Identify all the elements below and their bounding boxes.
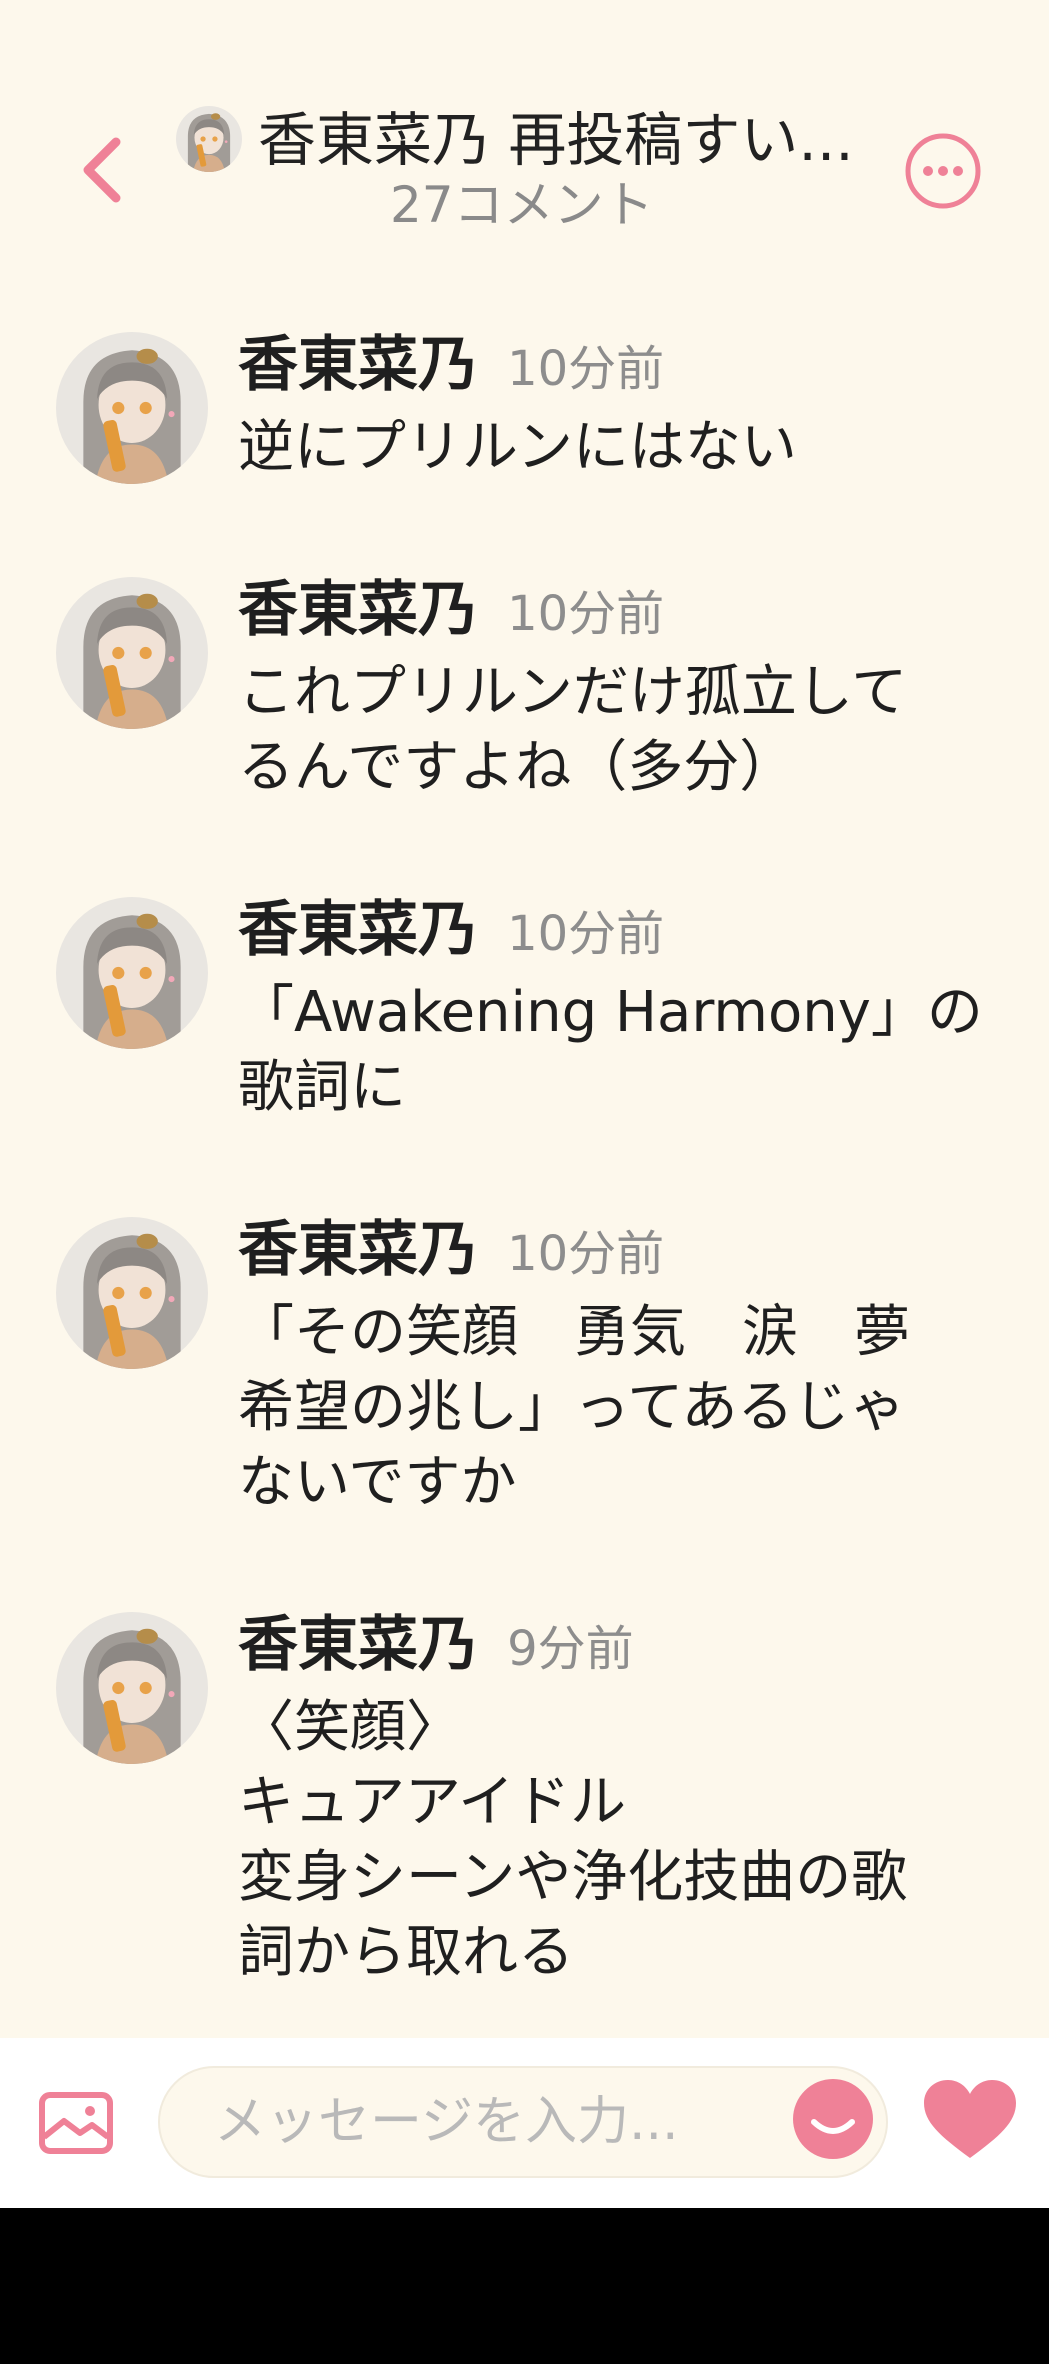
comment-list: 香東菜乃 10分前 逆にプリルンにはない 香東菜乃 10分前 これプリルンだけ孤…	[0, 320, 1049, 1990]
comment-count: 27コメント	[390, 176, 654, 234]
page-title: 香東菜乃 再投稿すい...	[258, 106, 854, 174]
commenter-avatar[interactable]	[56, 577, 208, 729]
message-input[interactable]: メッセージを入力...	[158, 2066, 888, 2178]
post-author-avatar[interactable]	[176, 106, 242, 172]
comment-text: これプリルンだけ孤立して るんですよね（多分）	[238, 660, 908, 800]
message-placeholder: メッセージを入力...	[214, 2092, 679, 2152]
comment-text: 〈笑顔〉 キュアアイドル 変身シーンや浄化技曲の歌 詞から取れる	[238, 1695, 908, 1985]
emoji-button[interactable]	[792, 2078, 874, 2160]
commenter-name[interactable]: 香東菜乃	[238, 1215, 478, 1285]
commenter-name[interactable]: 香東菜乃	[238, 895, 478, 965]
like-button[interactable]	[920, 2078, 1020, 2162]
commenter-name[interactable]: 香東菜乃	[238, 575, 478, 645]
comment-text: 「その笑顔 勇気 涙 夢 希望の兆し」ってあるじゃ ないですか	[238, 1300, 910, 1515]
commenter-avatar[interactable]	[56, 332, 208, 484]
chevron-left-icon	[83, 137, 121, 203]
more-options-button[interactable]	[904, 132, 982, 210]
message-input-bar: メッセージを入力...	[0, 2038, 1049, 2208]
commenter-avatar[interactable]	[56, 897, 208, 1049]
commenter-avatar[interactable]	[56, 1612, 208, 1764]
comment-text: 「Awakening Harmony」の 歌詞に	[238, 980, 983, 1120]
attach-image-button[interactable]	[36, 2083, 116, 2163]
comment-text: 逆にプリルンにはない	[238, 415, 797, 480]
comment-item: 香東菜乃 10分前 「Awakening Harmony」の 歌詞に	[0, 885, 1049, 1125]
top-bar: 香東菜乃 再投稿すい... 27コメント	[0, 0, 1049, 260]
comment-item: 香東菜乃 10分前 逆にプリルンにはない	[0, 320, 1049, 485]
system-navigation-bar	[0, 2208, 1049, 2364]
comment-time: 10分前	[507, 906, 665, 962]
comment-time: 10分前	[507, 341, 665, 397]
comment-item: 香東菜乃 9分前 〈笑顔〉 キュアアイドル 変身シーンや浄化技曲の歌 詞から取れ…	[0, 1600, 1049, 1990]
heart-icon	[924, 2080, 1016, 2158]
comment-time: 9分前	[507, 1621, 634, 1677]
comment-time: 10分前	[507, 1226, 665, 1282]
comment-item: 香東菜乃 10分前 「その笑顔 勇気 涙 夢 希望の兆し」ってあるじゃ ないです…	[0, 1205, 1049, 1520]
commenter-name[interactable]: 香東菜乃	[238, 1610, 478, 1680]
commenter-avatar[interactable]	[56, 1217, 208, 1369]
image-icon	[39, 2092, 113, 2154]
comment-time: 10分前	[507, 586, 665, 642]
back-button[interactable]	[72, 130, 132, 210]
smile-icon	[793, 2079, 873, 2159]
commenter-name[interactable]: 香東菜乃	[238, 330, 478, 400]
comment-item: 香東菜乃 10分前 これプリルンだけ孤立して るんですよね（多分）	[0, 565, 1049, 805]
more-horizontal-icon	[905, 133, 981, 209]
